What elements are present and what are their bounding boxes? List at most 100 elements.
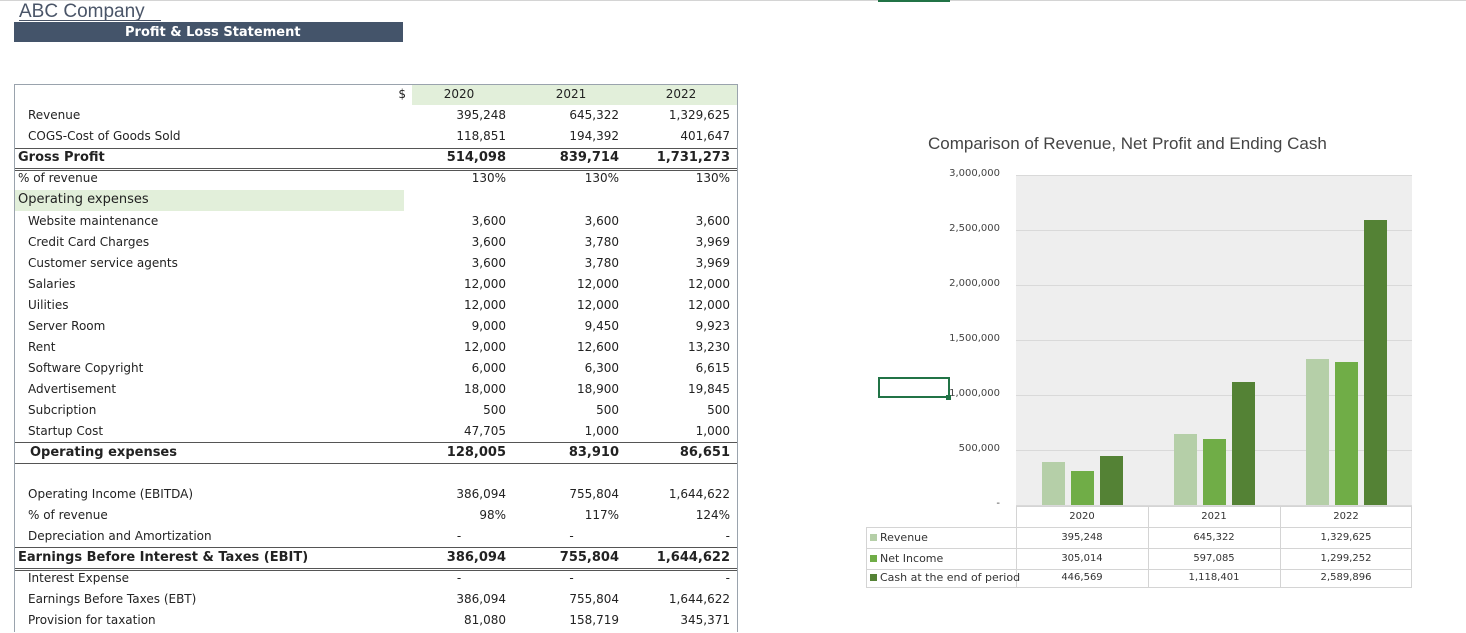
- table-row-ebt[interactable]: Earnings Before Taxes (EBT) 386,094 755,…: [14, 589, 738, 610]
- cell-2021[interactable]: 194,392: [524, 126, 619, 147]
- table-row-customer-service[interactable]: Customer service agents 3,600 3,780 3,96…: [14, 253, 738, 274]
- cell-2022[interactable]: -: [636, 526, 730, 547]
- table-row-interest[interactable]: Interest Expense - - -: [14, 568, 738, 589]
- cell-2022[interactable]: 19,845: [636, 379, 730, 400]
- cell-2021[interactable]: 12,600: [524, 337, 619, 358]
- bar-net-income-2021[interactable]: [1203, 439, 1226, 505]
- cell-2020[interactable]: 81,080: [412, 610, 506, 631]
- cell-2021[interactable]: 12,000: [524, 295, 619, 316]
- cell-2020[interactable]: 6,000: [412, 358, 506, 379]
- cell-2020[interactable]: 12,000: [412, 295, 506, 316]
- chart-data-table[interactable]: 2020 2021 2022 Revenue Net Income Cash a…: [866, 506, 1412, 590]
- selected-cell[interactable]: [878, 377, 950, 398]
- table-row-website[interactable]: Website maintenance 3,600 3,600 3,600: [14, 211, 738, 232]
- table-row-ebitda-pct[interactable]: % of revenue 98% 117% 124%: [14, 505, 738, 526]
- cell-2020[interactable]: 500: [412, 400, 506, 421]
- cell-2022[interactable]: 345,371: [636, 610, 730, 631]
- cell-2022[interactable]: 401,647: [636, 126, 730, 147]
- cell-2020[interactable]: -: [412, 568, 506, 589]
- cell-2022[interactable]: 3,969: [636, 253, 730, 274]
- fill-handle[interactable]: [946, 395, 951, 400]
- cell-2020[interactable]: 130%: [412, 168, 506, 189]
- cell-2022[interactable]: 130%: [636, 168, 730, 189]
- cell-2020[interactable]: 12,000: [412, 274, 506, 295]
- cell-2022[interactable]: 1,000: [636, 421, 730, 442]
- cell-2022[interactable]: 124%: [636, 505, 730, 526]
- cell-2021[interactable]: 83,910: [524, 442, 619, 463]
- table-row-software[interactable]: Software Copyright 6,000 6,300 6,615: [14, 358, 738, 379]
- year-2021[interactable]: 2021: [536, 84, 606, 105]
- legend-cash[interactable]: Cash at the end of period: [870, 569, 1020, 590]
- cell-2022[interactable]: 1,644,622: [636, 547, 730, 568]
- cell-2022[interactable]: 1,644,622: [636, 589, 730, 610]
- cell-2022[interactable]: 12,000: [636, 274, 730, 295]
- legend-net-income[interactable]: Net Income: [870, 548, 943, 569]
- cell-2021[interactable]: 500: [524, 400, 619, 421]
- table-row-cogs[interactable]: COGS-Cost of Goods Sold 118,851 194,392 …: [14, 126, 738, 147]
- cell-2020[interactable]: 18,000: [412, 379, 506, 400]
- cell-2020[interactable]: 3,600: [412, 211, 506, 232]
- cell-2021[interactable]: 3,600: [524, 211, 619, 232]
- cell-2022[interactable]: 86,651: [636, 442, 730, 463]
- bar-revenue-2021[interactable]: [1174, 434, 1197, 505]
- legend-revenue[interactable]: Revenue: [870, 527, 928, 548]
- bar-revenue-2020[interactable]: [1042, 462, 1065, 505]
- cell-2020[interactable]: 3,600: [412, 253, 506, 274]
- table-row-ebit[interactable]: Earnings Before Interest & Taxes (EBIT) …: [14, 547, 738, 568]
- cell-2020[interactable]: 386,094: [412, 484, 506, 505]
- cell-2022[interactable]: 6,615: [636, 358, 730, 379]
- table-row-gross-profit[interactable]: Gross Profit 514,098 839,714 1,731,273: [14, 147, 738, 168]
- cell-2022[interactable]: 13,230: [636, 337, 730, 358]
- cell-2022[interactable]: 12,000: [636, 295, 730, 316]
- cell-2021[interactable]: 12,000: [524, 274, 619, 295]
- cell-2021[interactable]: 18,900: [524, 379, 619, 400]
- cell-2020[interactable]: 98%: [412, 505, 506, 526]
- cell-2020[interactable]: 386,094: [412, 547, 506, 568]
- cell-2020[interactable]: 3,600: [412, 232, 506, 253]
- cell-2022[interactable]: 3,969: [636, 232, 730, 253]
- bar-cash-at-the-end-of-period-2022[interactable]: [1364, 220, 1387, 505]
- table-row-opex-total[interactable]: Operating expenses 128,005 83,910 86,651: [14, 442, 738, 463]
- bar-revenue-2022[interactable]: [1306, 359, 1329, 505]
- cell-2022[interactable]: 1,329,625: [636, 105, 730, 126]
- cell-2020[interactable]: 9,000: [412, 316, 506, 337]
- cell-2021[interactable]: 6,300: [524, 358, 619, 379]
- table-row-tax[interactable]: Provision for taxation 81,080 158,719 34…: [14, 610, 738, 631]
- cell-2021[interactable]: 117%: [524, 505, 619, 526]
- cell-2021[interactable]: 755,804: [524, 484, 619, 505]
- cell-2021[interactable]: -: [524, 568, 619, 589]
- bar-net-income-2020[interactable]: [1071, 471, 1094, 505]
- bar-net-income-2022[interactable]: [1335, 362, 1358, 505]
- cell-2022[interactable]: 9,923: [636, 316, 730, 337]
- cell-2022[interactable]: -: [636, 568, 730, 589]
- cell-2020[interactable]: 118,851: [412, 126, 506, 147]
- table-row-startup[interactable]: Startup Cost 47,705 1,000 1,000: [14, 421, 738, 442]
- cell-2021[interactable]: 130%: [524, 168, 619, 189]
- chart-title[interactable]: Comparison of Revenue, Net Profit and En…: [928, 134, 1327, 154]
- cell-2022[interactable]: 1,644,622: [636, 484, 730, 505]
- cell-2021[interactable]: 755,804: [524, 547, 619, 568]
- table-row-subscription[interactable]: Subcription 500 500 500: [14, 400, 738, 421]
- cell-2020[interactable]: 514,098: [412, 147, 506, 168]
- cell-2020[interactable]: 128,005: [412, 442, 506, 463]
- cell-2020[interactable]: 47,705: [412, 421, 506, 442]
- table-row-server-room[interactable]: Server Room 9,000 9,450 9,923: [14, 316, 738, 337]
- table-row-salaries[interactable]: Salaries 12,000 12,000 12,000: [14, 274, 738, 295]
- statement-banner[interactable]: Profit & Loss Statement: [14, 21, 403, 42]
- bar-cash-at-the-end-of-period-2021[interactable]: [1232, 382, 1255, 505]
- table-row-depreciation[interactable]: Depreciation and Amortization - - -: [14, 526, 738, 547]
- currency-symbol[interactable]: $: [390, 84, 406, 105]
- cell-2022[interactable]: 1,731,273: [636, 147, 730, 168]
- table-row-ebitda[interactable]: Operating Income (EBITDA) 386,094 755,80…: [14, 484, 738, 505]
- cell-2020[interactable]: -: [412, 526, 506, 547]
- cell-2022[interactable]: 3,600: [636, 211, 730, 232]
- cell-2021[interactable]: 1,000: [524, 421, 619, 442]
- cell-2021[interactable]: 839,714: [524, 147, 619, 168]
- cell-2021[interactable]: 645,322: [524, 105, 619, 126]
- table-row-utilities[interactable]: Uilities 12,000 12,000 12,000: [14, 295, 738, 316]
- table-row-credit-card[interactable]: Credit Card Charges 3,600 3,780 3,969: [14, 232, 738, 253]
- table-row-gp-pct[interactable]: % of revenue 130% 130% 130%: [14, 168, 738, 189]
- table-row-rent[interactable]: Rent 12,000 12,600 13,230: [14, 337, 738, 358]
- cell-2020[interactable]: 395,248: [412, 105, 506, 126]
- table-row-revenue[interactable]: Revenue 395,248 645,322 1,329,625: [14, 105, 738, 126]
